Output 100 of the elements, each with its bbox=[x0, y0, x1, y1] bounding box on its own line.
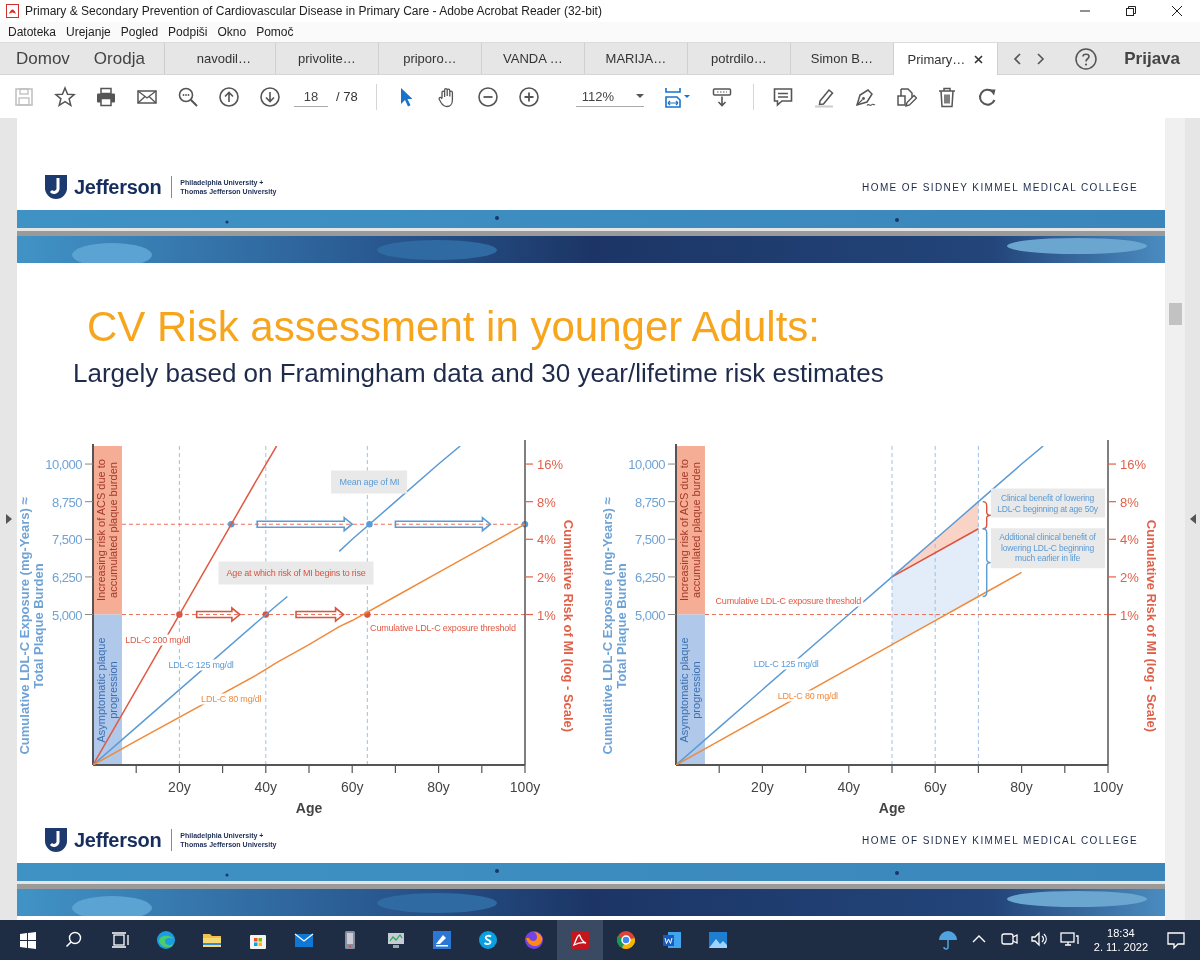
tagline: HOME OF SIDNEY KIMMEL MEDICAL COLLEGE bbox=[862, 181, 1138, 193]
band-label: Increasing risk of ACS due to accumulated plaque burden bbox=[95, 458, 120, 604]
tick-label: 40y bbox=[837, 779, 861, 795]
logo-icon bbox=[45, 828, 67, 852]
brand-name: Jefferson bbox=[74, 175, 162, 199]
triangle-icon[interactable] bbox=[5, 514, 12, 524]
tick-label: 1% bbox=[537, 607, 556, 623]
zoom-out-icon[interactable] bbox=[477, 85, 500, 108]
arrow-down-circle-icon[interactable] bbox=[258, 85, 281, 108]
document-tab[interactable]: navodil… bbox=[172, 43, 276, 74]
help-icon[interactable] bbox=[1073, 46, 1098, 71]
slide-title: CV Risk assessment in younger Adults: bbox=[87, 302, 821, 352]
tick-label: 10,000 bbox=[45, 457, 82, 473]
landscape-icon bbox=[707, 929, 729, 951]
logo-icon bbox=[45, 175, 67, 199]
fox-globe-icon bbox=[523, 929, 545, 951]
band-label: Increasing risk of ACS due to accumulated plaque burden bbox=[678, 458, 703, 604]
tagline: HOME OF SIDNEY KIMMEL MEDICAL COLLEGE bbox=[862, 834, 1138, 846]
document-tab[interactable]: privolite… bbox=[275, 43, 379, 74]
axis-title: Age bbox=[878, 800, 906, 816]
document-tab[interactable]: potrdilo… bbox=[687, 43, 791, 74]
tick-label: 100y bbox=[1092, 779, 1124, 795]
close-icon[interactable] bbox=[974, 54, 984, 64]
band-label: Asymptomatic plaque progression bbox=[678, 636, 703, 745]
tick-label: 8,750 bbox=[634, 494, 665, 510]
tick-label: 5,000 bbox=[634, 607, 665, 623]
tick-label: 10,000 bbox=[628, 457, 665, 473]
tick-label: 7,500 bbox=[51, 532, 82, 548]
document-tab[interactable]: VANDA … bbox=[481, 43, 585, 74]
pdf-icon bbox=[569, 929, 591, 951]
clock-time[interactable]: 18:34 bbox=[1107, 926, 1135, 940]
page-count: / 78 bbox=[336, 89, 358, 104]
star-icon[interactable] bbox=[53, 85, 76, 108]
axis-title: Cumulative Risk of MI (log - Scale) bbox=[560, 519, 576, 733]
chat-bubble-icon bbox=[477, 929, 499, 951]
menu-item[interactable]: Podpiši bbox=[163, 25, 213, 39]
zoom-dropdown[interactable]: 112% bbox=[575, 86, 644, 107]
fit-width-icon[interactable] bbox=[662, 85, 691, 108]
zoom-in-icon[interactable] bbox=[518, 85, 541, 108]
menu-item[interactable]: Pogled bbox=[115, 25, 164, 39]
menu-item[interactable]: Datoteka bbox=[3, 25, 62, 39]
nav-tab[interactable]: Orodja bbox=[77, 43, 153, 74]
tick-label: 6,250 bbox=[51, 569, 82, 585]
tick-label: 60y bbox=[923, 779, 947, 795]
menu-item[interactable]: Pomoč bbox=[251, 25, 299, 39]
brand-name: Jefferson bbox=[74, 828, 162, 852]
caret-icon bbox=[635, 94, 644, 98]
scrollbar-thumb[interactable] bbox=[1169, 303, 1182, 325]
nav-tab[interactable]: Domov bbox=[0, 43, 78, 74]
close-icon[interactable] bbox=[1171, 5, 1183, 17]
document-tab[interactable]: MARIJA… bbox=[584, 43, 688, 74]
windows-logo-icon bbox=[17, 929, 39, 951]
axis-title: Age bbox=[295, 800, 323, 816]
axis-title: Cumulative LDL-C Exposure (mg-Years) ≈ Total Plaque Burden bbox=[18, 496, 46, 757]
magnifier-icon[interactable] bbox=[176, 85, 199, 108]
tick-label: 5,000 bbox=[51, 607, 82, 623]
tray-arrow-icon[interactable] bbox=[711, 85, 734, 108]
app-icon bbox=[6, 4, 19, 18]
notification-icon[interactable] bbox=[1166, 930, 1186, 950]
series-label: LDL-C 80 mg/dl bbox=[775, 690, 840, 702]
axis-title: Cumulative Risk of MI (log - Scale) bbox=[1143, 519, 1159, 733]
printer-icon[interactable] bbox=[94, 85, 117, 108]
document-tab[interactable]: priporo… bbox=[378, 43, 482, 74]
document-tab[interactable]: Simon B… bbox=[790, 43, 894, 74]
tick-label: 16% bbox=[1120, 457, 1147, 473]
triangle-icon[interactable] bbox=[1189, 514, 1196, 524]
tick-label: 8% bbox=[1120, 494, 1139, 510]
task-view-icon bbox=[109, 929, 131, 951]
chrome-icon bbox=[615, 929, 637, 951]
umbrella-icon[interactable] bbox=[936, 929, 959, 951]
chart-callout: Clinical benefit of lowering LDL-C beginning at age 50y bbox=[990, 488, 1105, 518]
chart-callout: Additional clinical benefit of lowering LDL-C beginning much earlier in life bbox=[990, 528, 1105, 569]
tick-label: 20y bbox=[168, 779, 191, 795]
band-label: Asymptomatic plaque progression bbox=[95, 636, 120, 745]
tick-label: 100y bbox=[509, 779, 541, 795]
tick-label: 40y bbox=[254, 779, 278, 795]
axis-title: Cumulative LDL-C Exposure (mg-Years) ≈ Total Plaque Burden bbox=[601, 496, 629, 757]
series-label: LDL-C 125 mg/dl bbox=[166, 659, 236, 671]
document-tab[interactable]: Primary… bbox=[893, 43, 998, 75]
tick-label: 4% bbox=[1120, 532, 1139, 548]
tick-label: 6,250 bbox=[634, 569, 665, 585]
document-icon bbox=[661, 929, 683, 951]
menu-item[interactable]: Urejanje bbox=[61, 25, 116, 39]
tick-label: 80y bbox=[427, 779, 450, 795]
page-pencil-icon[interactable] bbox=[895, 85, 918, 108]
chart-label: Cumulative LDL-C exposure threshold bbox=[368, 622, 518, 634]
restore-icon[interactable] bbox=[1125, 5, 1137, 17]
tick-label: 7,500 bbox=[634, 532, 665, 548]
tick-label: 2% bbox=[1120, 569, 1139, 585]
window-title: Primary & Secondary Prevention of Cardiovascular Disease in Primary Care - Adobe Acrobat Reader (32-bit) bbox=[25, 4, 603, 18]
series-label: LDL-C 200 mg/dl bbox=[123, 634, 193, 646]
menu-item[interactable]: Okno bbox=[212, 25, 252, 39]
sign-in-button[interactable]: Prijava bbox=[1106, 43, 1200, 74]
slide-subtitle: Largely based on Framingham data and 30 year/lifetime risk estimates bbox=[73, 357, 885, 389]
chart-callout: Mean age of MI bbox=[331, 470, 408, 494]
tick-label: 4% bbox=[537, 532, 556, 548]
clock-date[interactable]: 2. 11. 2022 bbox=[1093, 940, 1148, 954]
tick-label: 60y bbox=[340, 779, 364, 795]
speech-bubble-icon[interactable] bbox=[772, 85, 795, 108]
arrow-up-circle-icon[interactable] bbox=[217, 85, 240, 108]
